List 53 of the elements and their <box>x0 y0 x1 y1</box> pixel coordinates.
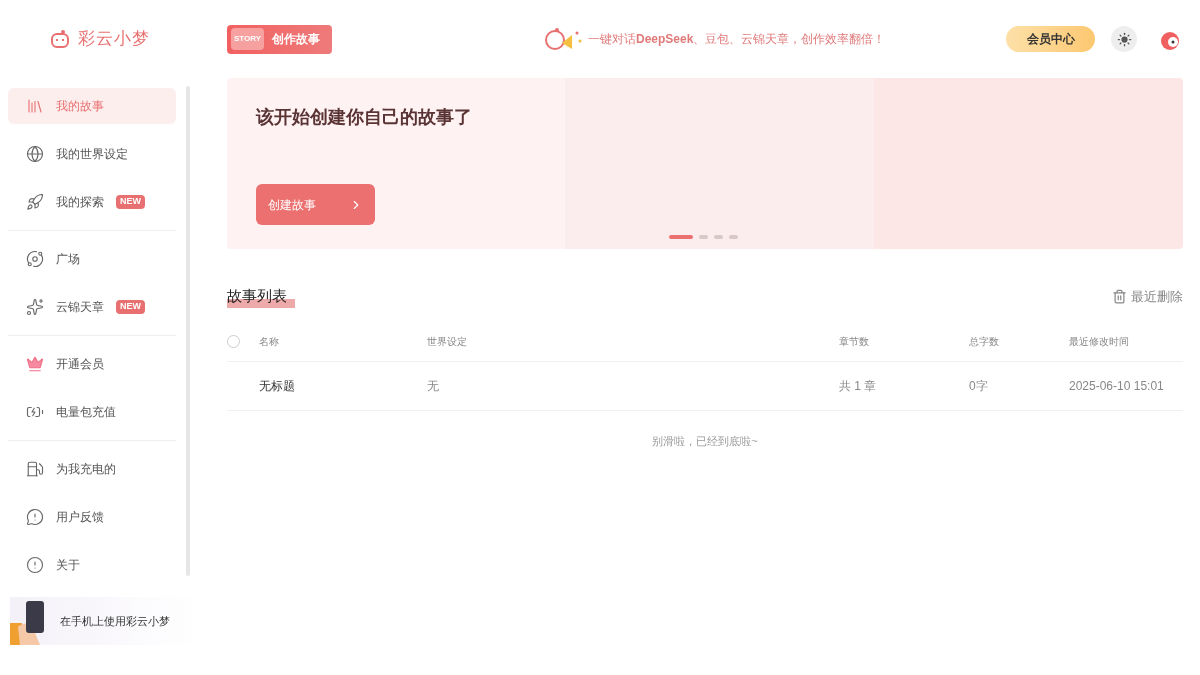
new-badge: NEW <box>116 195 145 209</box>
sidebar-label: 开通会员 <box>56 356 104 373</box>
column-header: 世界设定 <box>427 334 468 349</box>
column-header: 总字数 <box>969 334 1000 349</box>
column-header: 最近修改时间 <box>1069 334 1130 349</box>
mobile-app-text: 在手机上使用彩云小梦 <box>60 613 170 629</box>
sidebar-label: 我的故事 <box>56 98 104 115</box>
table-cell-text: 0字 <box>969 377 989 395</box>
story-list-title: 故事列表 <box>227 285 295 308</box>
sidebar-label: 用户反馈 <box>56 509 104 526</box>
globe-icon <box>26 145 44 163</box>
sidebar-item[interactable]: 关于 <box>8 547 176 583</box>
logo-icon <box>50 29 71 49</box>
trash-icon <box>1112 288 1127 304</box>
sparkle-icon <box>26 298 44 316</box>
sidebar-label: 为我充电的 <box>56 461 116 478</box>
rocket-icon <box>26 193 44 211</box>
mascot-icon <box>544 27 584 51</box>
planet-icon <box>26 250 44 268</box>
sidebar-item[interactable]: 为我充电的 <box>8 451 176 487</box>
sidebar-item[interactable]: 广场 <box>8 241 176 277</box>
theme-toggle-button[interactable] <box>1111 26 1137 52</box>
crown-icon <box>26 355 44 373</box>
info-icon <box>26 556 44 574</box>
sidebar-item[interactable]: 开通会员 <box>8 346 176 382</box>
sidebar-item[interactable]: 我的世界设定 <box>8 136 176 172</box>
table-cell-text: 2025-06-10 15:01 <box>1069 377 1165 395</box>
column-header: 章节数 <box>839 334 870 349</box>
table-cell-text: 无标题 <box>259 377 296 395</box>
column-header: 名称 <box>259 334 280 349</box>
table-cell-text: 无 <box>427 377 440 395</box>
banner-title: 该开始创建你自己的故事了 <box>256 106 473 129</box>
logo-text: 彩云小梦 <box>78 28 150 51</box>
sidebar-label: 电量包充值 <box>56 404 116 421</box>
sidebar-item[interactable]: 云锦天章 NEW <box>8 289 176 325</box>
sidebar-label: 云锦天章 <box>56 299 104 316</box>
sidebar-item[interactable]: 用户反馈 <box>8 499 176 535</box>
table-cell-text: 共 1 章 <box>839 377 878 395</box>
vip-center-button[interactable]: 会员中心 <box>1006 26 1095 52</box>
sidebar-label: 我的探索 <box>56 194 104 211</box>
sidebar-item[interactable]: 电量包充值 <box>8 394 176 430</box>
sidebar-item[interactable]: 我的探索 NEW <box>8 184 176 220</box>
sidebar-label: 我的世界设定 <box>56 146 128 163</box>
recent-deleted-button[interactable]: 最近删除 <box>1112 286 1183 306</box>
sidebar-label: 关于 <box>56 557 80 574</box>
charger-icon <box>26 460 44 478</box>
feedback-icon <box>26 508 44 526</box>
sidebar-label: 广场 <box>56 251 80 268</box>
end-of-list-text: 别滑啦，已经到底啦~ <box>651 433 759 449</box>
story-badge: STORY <box>231 28 265 50</box>
new-badge: NEW <box>116 300 145 314</box>
sun-icon <box>1116 31 1132 47</box>
books-icon <box>26 97 44 115</box>
